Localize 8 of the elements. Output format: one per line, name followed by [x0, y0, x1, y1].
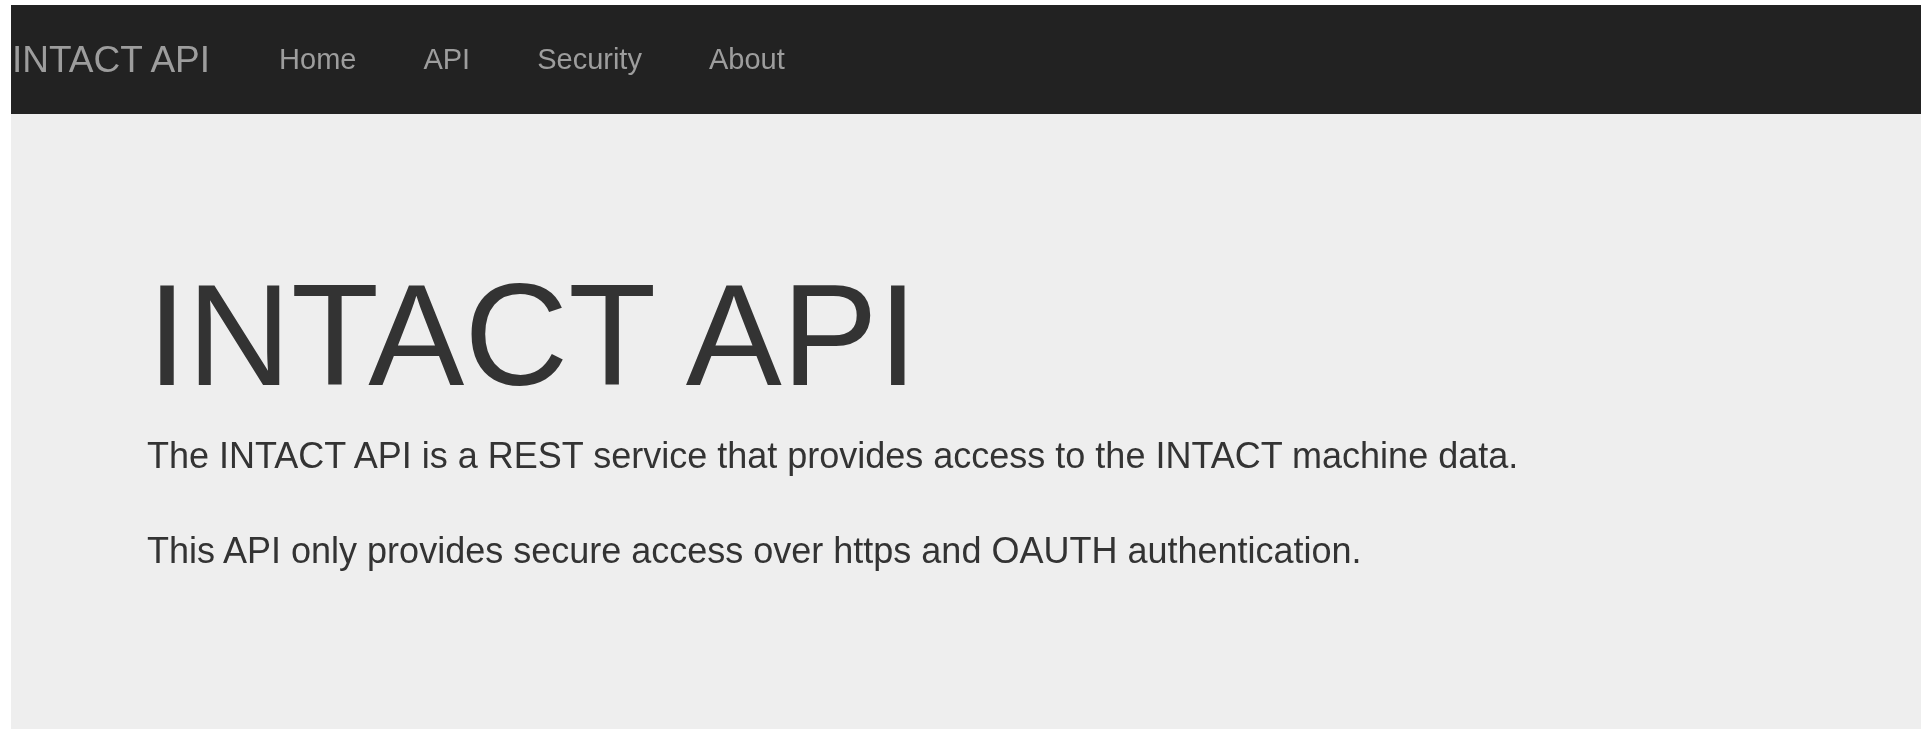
nav-link[interactable]: Security	[537, 43, 642, 76]
brand-link[interactable]: INTACT API	[12, 38, 211, 81]
hero-title: INTACT API	[147, 264, 919, 408]
hero-paragraph: The INTACT API is a REST service that provides access to the INTACT machine data.	[147, 434, 1520, 478]
hero-paragraph: This API only provides secure access over https and OAUTH authentication.	[147, 529, 1363, 573]
nav-link[interactable]: About	[708, 43, 785, 76]
nav-link[interactable]: Home	[279, 43, 357, 76]
nav-link[interactable]: API	[423, 43, 471, 76]
